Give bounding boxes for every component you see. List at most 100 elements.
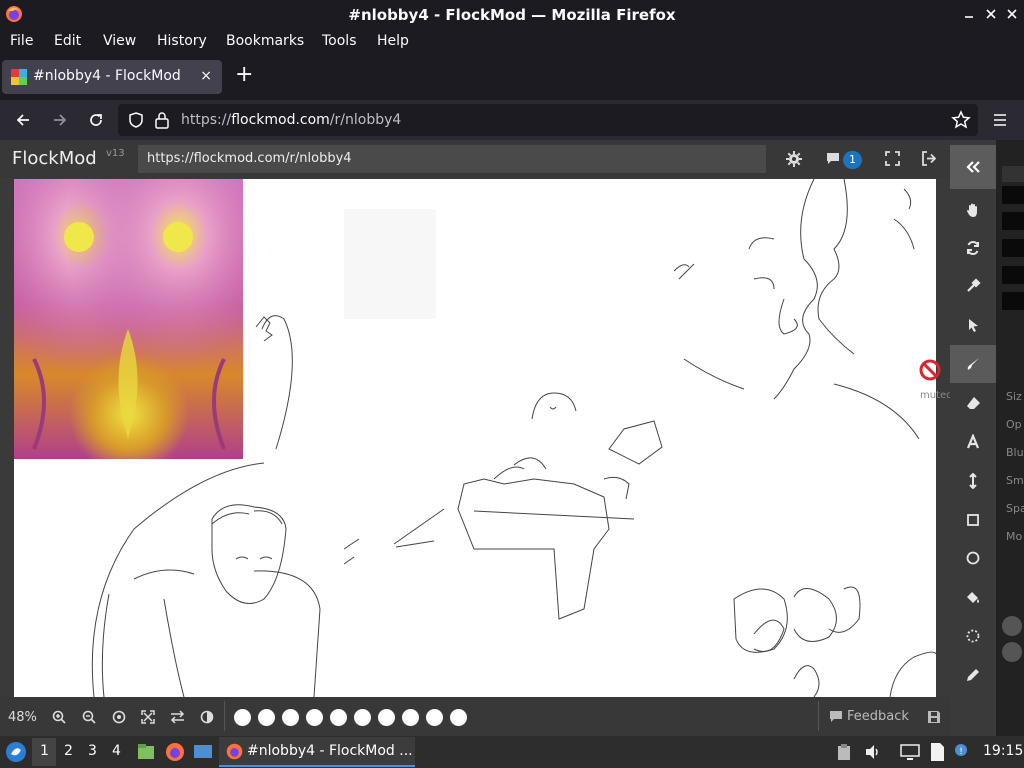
- size-preset-button[interactable]: [1002, 642, 1022, 662]
- muted-icon: [919, 359, 941, 381]
- color-swatch[interactable]: [378, 709, 395, 726]
- network-icon[interactable]: [900, 743, 920, 761]
- zoom-reset-icon[interactable]: [112, 710, 126, 724]
- users-header: [1002, 166, 1024, 182]
- start-menu-icon[interactable]: [5, 741, 27, 763]
- color-swatch[interactable]: [282, 709, 299, 726]
- feedback-button[interactable]: Feedback: [847, 709, 909, 724]
- user-row[interactable]: [1002, 239, 1024, 257]
- lock-icon[interactable]: [154, 111, 170, 129]
- fullscreen-icon[interactable]: [885, 151, 900, 166]
- clipboard-icon[interactable]: [836, 743, 852, 761]
- tab-flockmod[interactable]: #nlobby4 - FlockMod ×: [2, 60, 222, 94]
- pencil-icon: [967, 669, 979, 681]
- color-swatch[interactable]: [402, 709, 419, 726]
- tool-select[interactable]: [950, 306, 996, 344]
- user-row[interactable]: [1002, 266, 1024, 284]
- workspace-4[interactable]: 4: [112, 743, 121, 759]
- user-row[interactable]: [1002, 186, 1024, 204]
- color-swatch[interactable]: [306, 709, 323, 726]
- tool-hand[interactable]: [950, 191, 996, 229]
- maximize-icon[interactable]: [984, 7, 998, 21]
- room-link-field[interactable]: https://flockmod.com/r/nlobby4: [138, 145, 766, 173]
- hamburger-menu-icon[interactable]: [991, 111, 1009, 129]
- option-spacing-label: Spa: [1006, 502, 1024, 515]
- forward-icon[interactable]: [51, 111, 69, 129]
- reload-icon[interactable]: [87, 111, 105, 129]
- zoom-out-icon[interactable]: [82, 710, 96, 724]
- url-text[interactable]: https://flockmod.com/r/nlobby4: [181, 112, 401, 128]
- menu-help[interactable]: Help: [377, 33, 409, 49]
- tool-rectangle[interactable]: [950, 501, 996, 539]
- option-mode-label: Mo: [1006, 530, 1023, 543]
- menu-history[interactable]: History: [157, 33, 207, 49]
- file-manager-icon[interactable]: [136, 742, 156, 762]
- workspace-3[interactable]: 3: [88, 743, 97, 759]
- fit-screen-icon[interactable]: [141, 710, 155, 724]
- drawing-canvas[interactable]: [14, 179, 936, 697]
- contrast-icon[interactable]: [200, 710, 214, 724]
- window-titlebar: #nlobby4 - FlockMod — Mozilla Firefox: [0, 0, 1024, 30]
- menu-bookmarks[interactable]: Bookmarks: [226, 33, 304, 49]
- menu-edit[interactable]: Edit: [54, 33, 81, 49]
- url-bar[interactable]: https://flockmod.com/r/nlobby4: [118, 104, 978, 136]
- tool-ellipse[interactable]: [950, 539, 996, 577]
- chat-icon[interactable]: [825, 151, 841, 166]
- color-swatch[interactable]: [450, 709, 467, 726]
- minimize-icon[interactable]: [962, 7, 976, 21]
- feedback-icon[interactable]: [829, 710, 843, 723]
- firefox-launcher-icon[interactable]: [164, 741, 186, 763]
- clock: 19:15: [983, 743, 1024, 759]
- tool-lasso[interactable]: [950, 617, 996, 655]
- color-swatch[interactable]: [234, 709, 251, 726]
- save-icon[interactable]: [927, 710, 941, 724]
- menu-view[interactable]: View: [103, 33, 136, 49]
- tool-eraser[interactable]: [950, 384, 996, 422]
- tool-move[interactable]: [950, 462, 996, 500]
- close-window-icon[interactable]: [1005, 7, 1019, 21]
- color-swatch[interactable]: [426, 709, 443, 726]
- tool-fill[interactable]: [950, 578, 996, 616]
- tool-pencil[interactable]: [950, 656, 996, 694]
- divider: [818, 701, 819, 731]
- text-icon: [966, 434, 980, 449]
- zoom-in-icon[interactable]: [52, 710, 66, 724]
- desktop-icon[interactable]: [193, 742, 213, 762]
- size-preset-button[interactable]: [1002, 616, 1022, 636]
- settings-gear-icon[interactable]: [786, 151, 802, 167]
- window-title: #nlobby4 - FlockMod — Mozilla Firefox: [348, 6, 676, 24]
- user-row[interactable]: [1002, 292, 1024, 310]
- menu-file[interactable]: File: [10, 33, 33, 49]
- flip-icon[interactable]: [170, 710, 185, 724]
- menu-tools[interactable]: Tools: [322, 33, 357, 49]
- tab-close-button[interactable]: ×: [200, 68, 212, 84]
- notification-icon[interactable]: !: [952, 742, 970, 762]
- new-tab-button[interactable]: +: [235, 64, 253, 86]
- shield-icon[interactable]: [128, 112, 144, 128]
- collapse-panel-button[interactable]: [950, 145, 996, 189]
- tool-eyedropper[interactable]: [950, 267, 996, 305]
- tool-text[interactable]: [950, 423, 996, 461]
- flockmod-header: FlockMod v13 https://flockmod.com/r/nlob…: [0, 140, 950, 178]
- taskbar-item-label: #nlobby4 - FlockMod ...: [247, 743, 413, 759]
- side-panel: Siz Op Blu Sm Spa Mo: [996, 140, 1024, 736]
- color-swatch[interactable]: [258, 709, 275, 726]
- notes-icon[interactable]: [928, 742, 946, 762]
- bookmark-star-icon[interactable]: [951, 110, 971, 130]
- option-smoothing-label: Sm: [1006, 474, 1024, 487]
- workspace-2[interactable]: 2: [64, 743, 73, 759]
- back-icon[interactable]: [14, 111, 32, 129]
- taskbar-item-firefox[interactable]: #nlobby4 - FlockMod ...: [219, 737, 415, 767]
- system-taskbar: 1 2 3 4 #nlobby4 - FlockMod ... ! 19:15: [0, 736, 1024, 768]
- color-swatch[interactable]: [330, 709, 347, 726]
- brush-icon: [967, 358, 979, 370]
- logout-icon[interactable]: [921, 151, 937, 166]
- tool-brush[interactable]: [950, 345, 996, 383]
- move-vertical-icon: [969, 473, 977, 489]
- tool-rotate[interactable]: [950, 229, 996, 267]
- color-swatch[interactable]: [354, 709, 371, 726]
- workspace-1[interactable]: 1: [40, 743, 49, 759]
- user-row[interactable]: [1002, 212, 1024, 230]
- double-chevron-left-icon: [966, 161, 980, 173]
- volume-icon[interactable]: [864, 743, 882, 761]
